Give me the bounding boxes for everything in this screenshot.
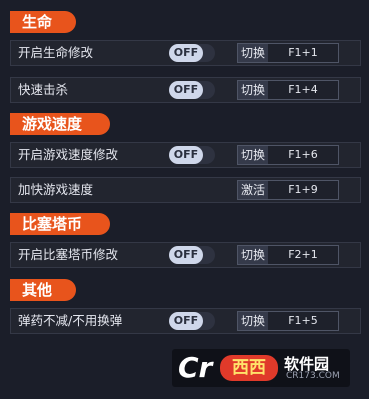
hotkey-combo: F1+4 (288, 83, 318, 96)
section-header-peseta: 比塞塔币 (10, 213, 110, 235)
hotkey-box[interactable]: 切换 F1+5 (237, 311, 339, 331)
row-label: 弹药不减/不用换弹 (18, 313, 123, 328)
hotkey-combo: F1+1 (288, 46, 318, 59)
toggle-switch[interactable]: OFF (169, 312, 215, 330)
toggle-switch[interactable]: OFF (169, 246, 215, 264)
toggle-state: OFF (169, 146, 203, 164)
section-header-other: 其他 (10, 279, 76, 301)
row-label: 快速击杀 (18, 82, 69, 97)
row-enable-peseta-mod: 开启比塞塔币修改 OFF 切换 F2+1 (10, 242, 361, 268)
row-infinite-ammo: 弹药不减/不用换弹 OFF 切换 F1+5 (10, 308, 361, 334)
watermark-cr: Cr (178, 351, 213, 384)
hotkey-combo: F1+5 (288, 314, 318, 327)
section-header-game-speed: 游戏速度 (10, 113, 110, 135)
watermark-url: CR173.COM (286, 371, 340, 381)
hotkey-box[interactable]: 切换 F1+1 (237, 43, 339, 63)
toggle-state: OFF (169, 246, 203, 264)
toggle-state: OFF (169, 312, 203, 330)
hotkey-combo: F2+1 (288, 248, 318, 261)
hotkey-action-label: 切换 (238, 246, 268, 264)
hotkey-action-label: 切换 (238, 44, 268, 62)
toggle-switch[interactable]: OFF (169, 81, 215, 99)
row-label: 加快游戏速度 (18, 182, 94, 197)
row-speed-up: 加快游戏速度 激活 F1+9 (10, 177, 361, 203)
section-header-health: 生命 (10, 11, 76, 33)
watermark-logo: Cr 西西 软件园 CR173.COM (172, 349, 350, 387)
row-enable-health-mod: 开启生命修改 OFF 切换 F1+1 (10, 40, 361, 66)
toggle-state: OFF (169, 81, 203, 99)
watermark-brand: 西西 (220, 355, 278, 381)
hotkey-box[interactable]: 切换 F1+4 (237, 80, 339, 100)
row-label: 开启生命修改 (18, 45, 94, 60)
toggle-switch[interactable]: OFF (169, 146, 215, 164)
row-enable-speed-mod: 开启游戏速度修改 OFF 切换 F1+6 (10, 142, 361, 168)
hotkey-action-label: 切换 (238, 146, 268, 164)
hotkey-action-label: 切换 (238, 81, 268, 99)
toggle-state: OFF (169, 44, 203, 62)
hotkey-combo: F1+6 (288, 148, 318, 161)
hotkey-box[interactable]: 激活 F1+9 (237, 180, 339, 200)
toggle-switch[interactable]: OFF (169, 44, 215, 62)
hotkey-action-label: 激活 (238, 181, 268, 199)
hotkey-box[interactable]: 切换 F1+6 (237, 145, 339, 165)
row-quick-kill: 快速击杀 OFF 切换 F1+4 (10, 77, 361, 103)
hotkey-box[interactable]: 切换 F2+1 (237, 245, 339, 265)
row-label: 开启比塞塔币修改 (18, 247, 119, 262)
hotkey-combo: F1+9 (288, 183, 318, 196)
row-label: 开启游戏速度修改 (18, 147, 119, 162)
hotkey-action-label: 切换 (238, 312, 268, 330)
